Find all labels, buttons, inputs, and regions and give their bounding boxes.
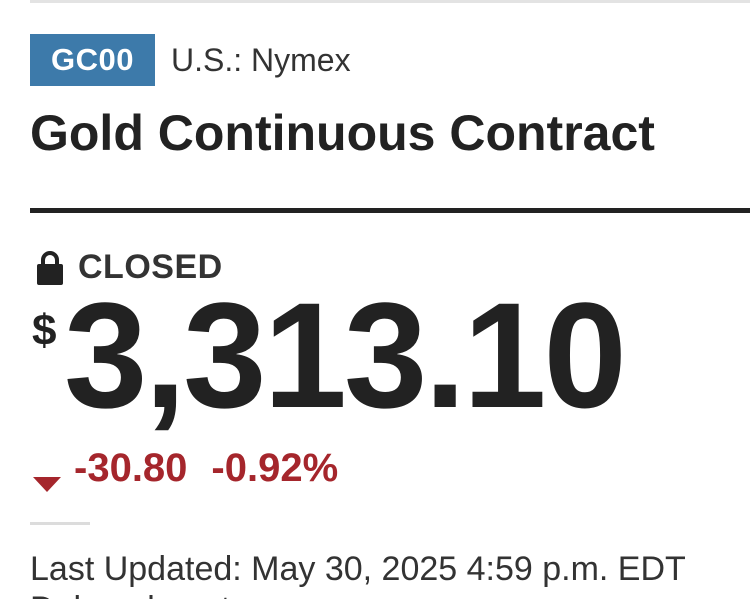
quote-header: GC00 U.S.: Nymex Gold Continuous Contrac… (0, 0, 750, 599)
last-updated: Last Updated: May 30, 2025 4:59 p.m. EDT (30, 550, 686, 588)
ticker-row: GC00 U.S.: Nymex (30, 34, 351, 86)
change-value: -30.80 (74, 446, 188, 490)
delayed-quote-note: Delayed quote (30, 590, 249, 599)
section-divider (30, 208, 750, 213)
minor-divider (30, 522, 90, 525)
exchange-label: U.S.: Nymex (171, 41, 351, 78)
change-percent: -0.92% (211, 446, 339, 490)
down-arrow-icon (32, 459, 62, 492)
last-price: 3,313.10 (64, 271, 627, 439)
currency-symbol: $ (32, 306, 57, 355)
price-change: -30.80 -0.92% (32, 446, 339, 492)
top-divider (30, 0, 750, 3)
ticker-badge[interactable]: GC00 (30, 34, 155, 86)
instrument-title: Gold Continuous Contract (30, 105, 655, 161)
lock-icon (36, 250, 64, 286)
